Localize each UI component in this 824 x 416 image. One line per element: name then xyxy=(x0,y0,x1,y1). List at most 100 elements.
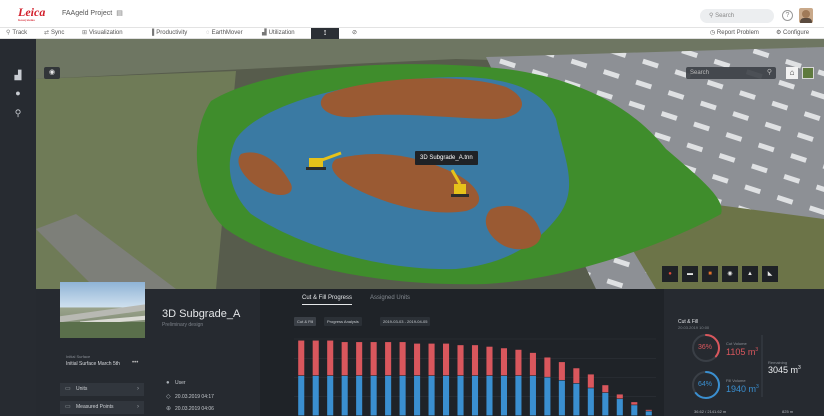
fill-volume-bar[interactable] xyxy=(442,375,450,416)
units-icon: ▭ xyxy=(65,386,71,392)
report-label: Report Problem xyxy=(716,30,759,36)
viewport-search-input[interactable]: Search ⚲ xyxy=(686,67,776,79)
profile-icon[interactable]: ▲ xyxy=(742,266,758,282)
cut-volume-bar[interactable] xyxy=(573,368,580,384)
fill-volume-bar[interactable] xyxy=(602,392,609,416)
cut-volume-bar[interactable] xyxy=(544,357,551,377)
cut-volume-bar[interactable] xyxy=(486,346,493,376)
help-icon[interactable]: ? xyxy=(782,10,793,21)
tab-label: Sync xyxy=(51,30,65,36)
thumb-ground xyxy=(60,322,145,338)
slope-icon[interactable]: ◣ xyxy=(762,266,778,282)
cut-volume-bar[interactable] xyxy=(471,345,479,376)
cut-fill-summary: Cut & Fill 20.03.2019 10:00 36% 64% Cut … xyxy=(664,289,824,416)
configure-button[interactable]: ⚙ Configure xyxy=(776,29,809,38)
cut-volume-bar[interactable] xyxy=(298,340,305,376)
tab-visualization[interactable]: ⊞ Visualization xyxy=(82,29,123,38)
cut-volume-bar[interactable] xyxy=(385,342,392,376)
fill-volume-bar[interactable] xyxy=(587,388,594,416)
eye-icon[interactable]: ◉ xyxy=(44,67,60,79)
tab-active-machine-icon[interactable]: ⟟ xyxy=(311,28,339,39)
fill-volume-bar[interactable] xyxy=(428,375,435,416)
cut-volume-bar[interactable] xyxy=(500,348,508,376)
utilization-icon: ▟ xyxy=(262,30,267,36)
cut-volume-bar[interactable] xyxy=(370,342,377,376)
tab-productivity[interactable]: ▐ Productivity xyxy=(150,29,187,38)
tab-label: Productivity xyxy=(156,30,188,36)
fill-volume-bar[interactable] xyxy=(399,375,406,416)
tab-label: Visualization xyxy=(89,30,123,36)
remaining-number: 3045 m xyxy=(768,365,799,375)
cut-volume-bar[interactable] xyxy=(602,385,609,393)
visibility-icon[interactable]: ◉ xyxy=(722,266,738,282)
map-layer-button[interactable] xyxy=(802,67,814,79)
fill-volume-bar[interactable] xyxy=(471,375,479,416)
fill-volume-bar[interactable] xyxy=(356,375,363,416)
tab-earthmover[interactable]: ◌ EarthMover xyxy=(206,29,243,38)
fill-volume-bar[interactable] xyxy=(341,375,348,416)
fill-volume-bar[interactable] xyxy=(370,375,377,416)
cut-volume-bar[interactable] xyxy=(457,345,464,376)
fill-volume-bar[interactable] xyxy=(486,375,493,416)
cut-volume-bar[interactable] xyxy=(616,394,623,399)
elevation-readout: 825 m xyxy=(782,409,794,414)
units-button[interactable]: ▭ Units › xyxy=(60,383,144,396)
fill-volume-bar[interactable] xyxy=(544,377,551,416)
tab-track[interactable]: ⚲ Track xyxy=(6,29,27,38)
fill-volume-bar[interactable] xyxy=(298,375,305,416)
fill-volume-bar[interactable] xyxy=(558,380,565,416)
fill-volume-bar[interactable] xyxy=(327,375,334,416)
cut-fill-bar-chart xyxy=(294,338,656,416)
cut-volume-bar[interactable] xyxy=(414,343,421,376)
cut-volume-bar[interactable] xyxy=(312,340,319,376)
avatar[interactable] xyxy=(799,8,813,23)
initial-surface-label: Initial Surface xyxy=(66,354,91,359)
cut-volume-bar[interactable] xyxy=(558,362,565,380)
leica-logo[interactable]: Leica Geosystems xyxy=(18,6,48,22)
cut-volume-bar[interactable] xyxy=(399,342,406,376)
layer-icon[interactable]: ■ xyxy=(702,266,718,282)
globe-icon[interactable]: ● xyxy=(12,87,24,99)
fill-volume-bar[interactable] xyxy=(515,375,522,416)
cut-volume-bar[interactable] xyxy=(428,343,435,376)
cut-volume-bar[interactable] xyxy=(645,409,652,411)
fill-volume-bar[interactable] xyxy=(616,399,623,416)
report-problem-button[interactable]: ◷ Report Problem xyxy=(710,29,759,38)
compass-icon[interactable]: ⊘ xyxy=(352,29,357,38)
location-pin-icon[interactable]: ⚲ xyxy=(12,107,24,119)
cut-volume-bar[interactable] xyxy=(515,349,522,376)
home-icon[interactable]: ⌂ xyxy=(786,67,798,79)
cut-volume-bar[interactable] xyxy=(327,340,334,376)
cut-volume-bar[interactable] xyxy=(631,402,638,405)
fill-volume-bar[interactable] xyxy=(573,383,580,416)
viewport-search-placeholder: Search xyxy=(690,70,710,76)
cut-volume-bar[interactable] xyxy=(529,352,536,376)
meta-created: ◇ 20.03.2019 04:17 xyxy=(166,393,214,400)
fill-volume-bar[interactable] xyxy=(529,375,536,416)
initial-surface-select[interactable]: Initial Surface March 5th xyxy=(66,361,120,367)
cut-volume-bar[interactable] xyxy=(356,342,363,376)
cut-volume-bar[interactable] xyxy=(587,374,594,388)
tab-label: Track xyxy=(12,30,28,36)
cut-volume-bar[interactable] xyxy=(341,342,348,376)
excavator-icon[interactable]: ▟ xyxy=(12,69,24,81)
fill-volume-bar[interactable] xyxy=(457,375,464,416)
tab-utilization[interactable]: ▟ Utilization xyxy=(262,29,295,38)
fill-volume-bar[interactable] xyxy=(645,411,652,416)
fill-volume-bar[interactable] xyxy=(312,375,319,416)
cut-volume-bar[interactable] xyxy=(442,343,450,376)
tab-sync[interactable]: ⇄ Sync xyxy=(44,29,64,38)
search-input[interactable]: ⚲ Search xyxy=(700,9,774,23)
fill-volume-bar[interactable] xyxy=(385,375,392,416)
more-options-icon[interactable]: ••• xyxy=(132,360,138,366)
fill-volume-bar[interactable] xyxy=(500,375,508,416)
project-title[interactable]: FAAgeld Project ▤ xyxy=(62,9,123,17)
fill-volume-bar[interactable] xyxy=(631,405,638,416)
label-icon[interactable]: ▬ xyxy=(682,266,698,282)
record-icon[interactable]: ● xyxy=(662,266,678,282)
map-viewport[interactable]: ◉ Search ⚲ ⌂ 3D Subgrade_A.tnn ● ▬ ■ ◉ ▲… xyxy=(36,39,824,289)
fill-volume-bar[interactable] xyxy=(414,375,421,416)
measured-points-button[interactable]: ▭ Measured Points › xyxy=(60,401,144,414)
logo-subtext: Geosystems xyxy=(18,18,35,22)
tab-label: EarthMover xyxy=(211,30,243,36)
